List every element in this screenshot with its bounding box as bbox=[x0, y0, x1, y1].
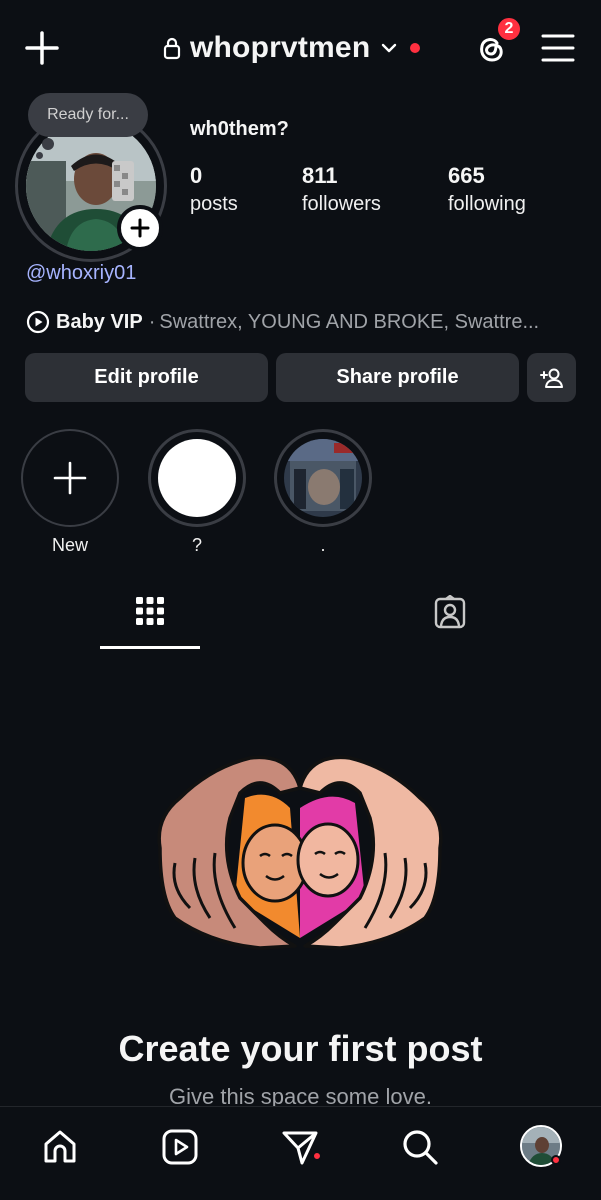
note-bubble-tail-small bbox=[36, 152, 43, 159]
highlight-ring bbox=[274, 429, 372, 527]
highlight-label: ? bbox=[191, 535, 202, 555]
profile-unread-dot bbox=[551, 1155, 561, 1165]
highlight-item[interactable]: ? bbox=[148, 429, 246, 556]
username: whoprvtmen bbox=[190, 31, 371, 64]
highlight-ring bbox=[148, 429, 246, 527]
unread-dot bbox=[410, 43, 421, 53]
profile-page: whoprvtmen 2 Ready for... wh0them? 0 pos… bbox=[0, 0, 601, 1200]
tab-tagged[interactable] bbox=[420, 595, 480, 639]
posts-stat[interactable]: 0 posts bbox=[190, 162, 238, 218]
highlight-label: New bbox=[51, 535, 88, 555]
discover-people-button[interactable] bbox=[527, 353, 576, 402]
highlight-cover bbox=[284, 439, 362, 517]
tagged-person-icon bbox=[434, 595, 466, 629]
reels-icon[interactable] bbox=[160, 1127, 200, 1167]
grid-icon bbox=[136, 597, 164, 625]
lock-icon bbox=[163, 37, 181, 60]
play-icon bbox=[26, 310, 50, 334]
empty-state-title: Create your first post bbox=[118, 1028, 483, 1069]
chevron-down-icon bbox=[382, 43, 397, 53]
music-artists: Swattrex, YOUNG AND BROKE, Swattre... bbox=[159, 310, 540, 333]
note-bubble[interactable]: Ready for... bbox=[28, 93, 148, 137]
bottom-nav bbox=[0, 1106, 601, 1200]
posts-count: 0 bbox=[190, 163, 203, 188]
followers-stat[interactable]: 811 followers bbox=[302, 162, 381, 218]
home-icon[interactable] bbox=[40, 1127, 80, 1167]
highlight-new[interactable]: New bbox=[21, 429, 119, 556]
add-person-icon bbox=[539, 368, 563, 388]
note-bubble-tail bbox=[42, 138, 54, 150]
add-story-button[interactable] bbox=[117, 205, 163, 251]
notification-badge: 2 bbox=[496, 16, 522, 42]
top-bar: whoprvtmen 2 bbox=[0, 0, 601, 96]
share-profile-button[interactable]: Share profile bbox=[276, 353, 519, 402]
following-stat[interactable]: 665 following bbox=[448, 162, 526, 218]
active-tab-underline bbox=[100, 646, 200, 649]
highlight-label: . bbox=[320, 535, 326, 555]
music-separator: · bbox=[148, 310, 156, 333]
threads-handle-link[interactable]: @whoxriy01 bbox=[26, 262, 136, 285]
create-plus-icon[interactable] bbox=[22, 28, 62, 68]
search-icon[interactable] bbox=[400, 1127, 440, 1167]
followers-count: 811 bbox=[302, 163, 338, 188]
following-count: 665 bbox=[448, 163, 485, 188]
plus-icon bbox=[53, 461, 87, 495]
display-name: wh0them? bbox=[190, 118, 289, 140]
account-switcher[interactable]: whoprvtmen bbox=[162, 26, 421, 70]
highlight-cover bbox=[158, 439, 236, 517]
tab-posts-grid[interactable] bbox=[100, 595, 200, 649]
music-title: Baby VIP bbox=[56, 310, 143, 333]
highlight-item[interactable]: . bbox=[274, 429, 372, 556]
following-label: following bbox=[448, 193, 526, 215]
plus-icon bbox=[130, 218, 150, 238]
menu-icon[interactable] bbox=[540, 30, 576, 66]
profile-music[interactable]: Baby VIP · Swattrex, YOUNG AND BROKE, Sw… bbox=[26, 308, 586, 336]
edit-profile-button[interactable]: Edit profile bbox=[25, 353, 268, 402]
dm-unread-dot bbox=[312, 1151, 322, 1161]
followers-label: followers bbox=[302, 193, 381, 215]
heart-hands-illustration bbox=[157, 755, 443, 950]
posts-label: posts bbox=[190, 193, 238, 215]
highlight-new-ring bbox=[21, 429, 119, 527]
direct-messages-icon[interactable] bbox=[280, 1127, 320, 1167]
